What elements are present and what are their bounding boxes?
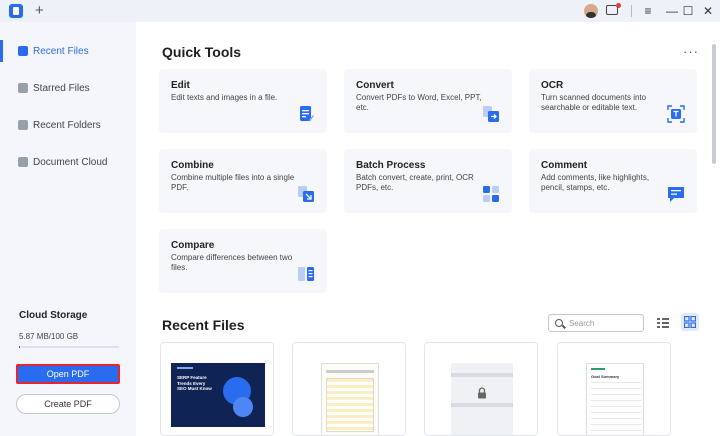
file-thumbnail: SERP Feature Trends Every SEO Must Know: [171, 363, 265, 427]
edit-icon: [300, 106, 314, 121]
folder-icon: [18, 120, 28, 130]
ocr-icon: [667, 105, 685, 123]
cloud-storage-bar: [19, 346, 119, 348]
tool-title: Convert: [356, 80, 394, 91]
file-thumbnail: [451, 363, 513, 435]
maximize-button[interactable]: ☐: [678, 1, 698, 21]
tool-description: Convert PDFs to Word, Excel, PPT, etc.: [356, 93, 482, 112]
open-pdf-button[interactable]: Open PDF: [16, 364, 120, 384]
user-avatar[interactable]: [584, 4, 598, 18]
tool-card-edit[interactable]: Edit Edit texts and images in a file.: [159, 69, 327, 133]
tool-title: Edit: [171, 80, 190, 91]
tool-title: Comment: [541, 160, 588, 171]
grid-view-icon: [684, 316, 696, 328]
lock-icon: [478, 387, 486, 399]
file-thumbnail: [321, 363, 379, 435]
recent-file-card[interactable]: [424, 342, 538, 436]
sidebar: Recent Files Starred Files Recent Folder…: [0, 22, 136, 436]
tool-description: Batch convert, create, print, OCR PDFs, …: [356, 173, 474, 192]
grid-view-button[interactable]: [681, 313, 699, 331]
thumbnail-gear: [233, 397, 253, 417]
recent-file-card[interactable]: SERP Feature Trends Every SEO Must Know: [160, 342, 274, 436]
app-logo-icon: [9, 4, 23, 18]
file-thumbnail: Goal Summary: [586, 363, 644, 435]
thumbnail-heading: Goal Summary: [591, 374, 620, 379]
sidebar-item-label: Recent Folders: [33, 119, 101, 131]
clock-icon: [18, 46, 28, 56]
recent-file-card[interactable]: [292, 342, 406, 436]
tool-description: Add comments, like highlights, pencil, s…: [541, 173, 650, 192]
thumbnail-heading: SERP Feature Trends Every SEO Must Know: [177, 375, 212, 391]
tool-description: Combine multiple files into a single PDF…: [171, 173, 295, 192]
recent-file-card[interactable]: Goal Summary: [557, 342, 671, 436]
comment-icon: [668, 187, 684, 202]
menu-button[interactable]: ≡: [638, 1, 658, 21]
quick-tools-title: Quick Tools: [162, 44, 242, 60]
tool-title: Compare: [171, 240, 215, 251]
search-input[interactable]: [569, 317, 639, 329]
tool-title: Batch Process: [356, 160, 426, 171]
tool-card-comment[interactable]: Comment Add comments, like highlights, p…: [529, 149, 697, 213]
new-tab-button[interactable]: +: [35, 2, 44, 20]
convert-icon: [483, 106, 499, 122]
create-pdf-button[interactable]: Create PDF: [16, 394, 120, 414]
tool-card-compare[interactable]: Compare Compare differences between two …: [159, 229, 327, 293]
thumbnail-table: [326, 378, 374, 432]
thumbnail-line: [451, 373, 513, 377]
tool-description: Compare differences between two files.: [171, 253, 293, 272]
cloud-icon: [18, 157, 28, 167]
sidebar-item-recent-folders[interactable]: Recent Folders: [0, 110, 136, 140]
tool-card-combine[interactable]: Combine Combine multiple files into a si…: [159, 149, 327, 213]
thumbnail-logo: [177, 367, 193, 369]
sidebar-item-label: Starred Files: [33, 82, 90, 94]
recent-files-title: Recent Files: [162, 317, 245, 333]
list-view-icon[interactable]: [656, 316, 670, 330]
tool-card-batch-process[interactable]: Batch Process Batch convert, create, pri…: [344, 149, 512, 213]
thumbnail-line: [451, 403, 513, 407]
cloud-storage-title: Cloud Storage: [19, 310, 88, 321]
batch-icon: [483, 186, 499, 202]
sidebar-item-document-cloud[interactable]: Document Cloud: [0, 147, 136, 177]
sidebar-item-starred-files[interactable]: Starred Files: [0, 73, 136, 103]
close-button[interactable]: ✕: [698, 1, 718, 21]
more-options-button[interactable]: ···: [683, 44, 699, 59]
thumbnail-logo: [591, 368, 605, 370]
tool-card-convert[interactable]: Convert Convert PDFs to Word, Excel, PPT…: [344, 69, 512, 133]
combine-icon: [298, 186, 314, 202]
tool-description: Edit texts and images in a file.: [171, 93, 278, 102]
title-bar: + ≡ — ☐ ✕: [0, 0, 720, 22]
tool-card-ocr[interactable]: OCR Turn scanned documents into searchab…: [529, 69, 697, 133]
search-box[interactable]: [548, 314, 644, 332]
tool-description: Turn scanned documents into searchable o…: [541, 93, 647, 112]
cloud-storage-usage: 5.87 MB/100 GB: [19, 332, 79, 341]
sidebar-item-label: Recent Files: [33, 45, 89, 57]
sidebar-item-label: Document Cloud: [33, 156, 108, 168]
tool-title: OCR: [541, 80, 564, 91]
star-icon: [18, 83, 28, 93]
titlebar-divider: [631, 5, 632, 17]
thumbnail-table: [591, 382, 641, 434]
tool-title: Combine: [171, 160, 214, 171]
notification-dot: [616, 3, 621, 8]
scrollbar[interactable]: [712, 44, 716, 164]
cloud-storage-bar-fill: [19, 346, 20, 348]
thumbnail-line: [326, 370, 374, 373]
sidebar-item-recent-files[interactable]: Recent Files: [0, 36, 136, 66]
compare-icon: [298, 267, 314, 281]
search-icon: [555, 319, 563, 327]
